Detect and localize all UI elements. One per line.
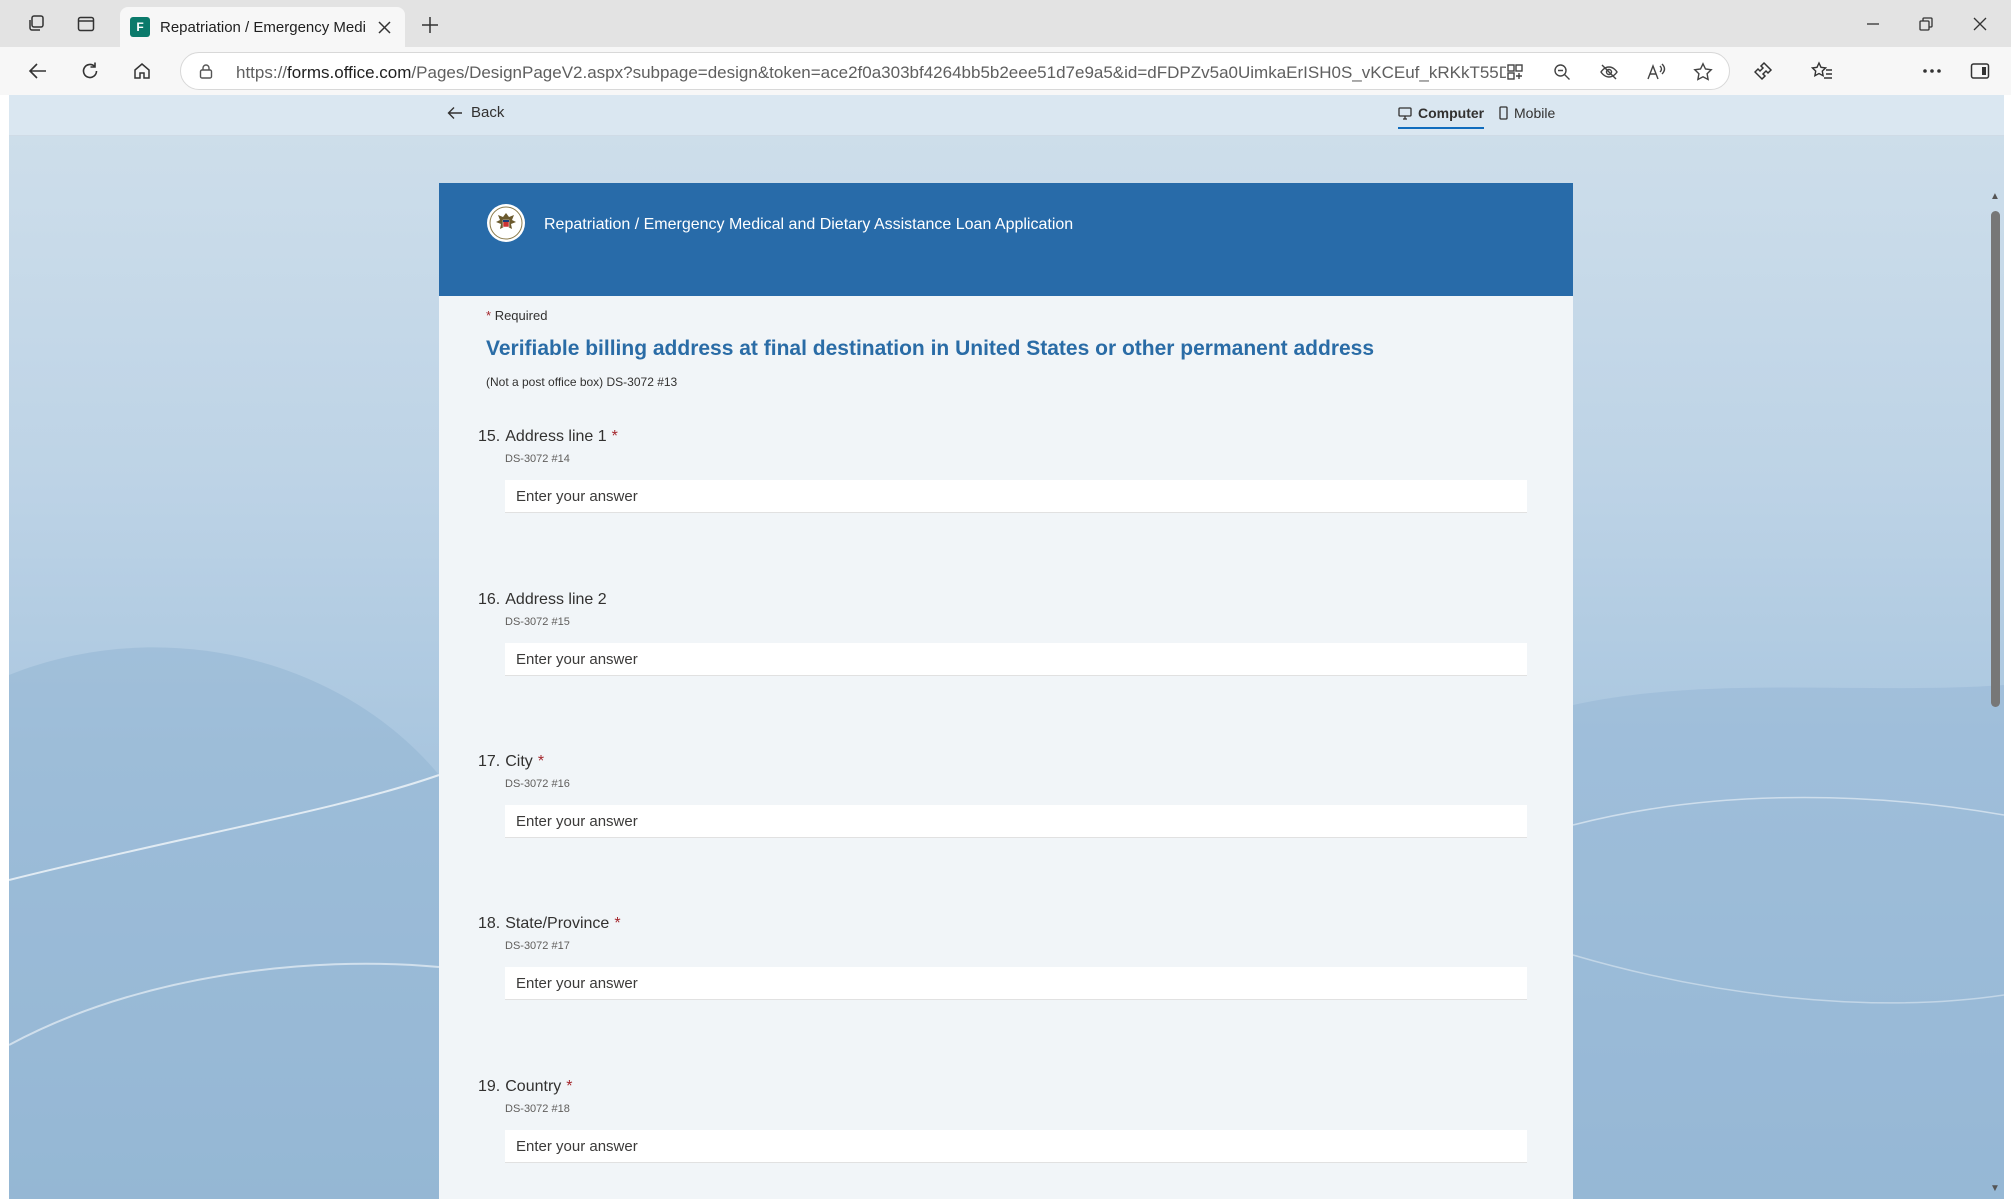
back-arrow-icon[interactable]	[20, 55, 56, 87]
favorites-list-icon[interactable]	[1806, 56, 1838, 86]
state-province-input[interactable]	[505, 967, 1527, 1000]
page-viewport: Back Computer Mobile Repatriation / Emer…	[9, 95, 2004, 1199]
question-text: State/Province	[505, 915, 610, 932]
question-state-province: 18. State/Province * DS-3072 #17	[478, 915, 1538, 1000]
tab-close-icon[interactable]	[373, 16, 395, 38]
question-label: 17. City *	[478, 753, 1538, 771]
lock-icon[interactable]	[198, 63, 214, 84]
vertical-tabs-icon[interactable]	[70, 8, 102, 40]
mobile-icon	[1499, 106, 1508, 120]
form-card: Repatriation / Emergency Medical and Die…	[439, 183, 1573, 1199]
browser-toolbar: https://forms.office.com/Pages/DesignPag…	[0, 47, 2011, 133]
address-bar[interactable]: https://forms.office.com/Pages/DesignPag…	[180, 52, 1730, 90]
question-text: Address line 2	[505, 591, 607, 608]
question-text: City	[505, 753, 533, 770]
question-label: 18. State/Province *	[478, 915, 1538, 933]
back-label: Back	[471, 104, 505, 121]
question-subtitle: DS-3072 #18	[505, 1103, 570, 1115]
close-window-icon[interactable]	[1957, 6, 2003, 42]
extensions-icon[interactable]	[1748, 56, 1780, 86]
computer-icon	[1398, 106, 1412, 120]
refresh-icon[interactable]	[72, 55, 108, 87]
scroll-down-arrow-icon[interactable]: ▼	[1990, 1183, 2000, 1194]
seal-logo-icon	[487, 204, 525, 242]
minimize-icon[interactable]	[1850, 6, 1896, 42]
required-label: Required	[494, 308, 548, 323]
new-tab-button[interactable]	[412, 9, 448, 41]
question-label: 19. Country *	[478, 1078, 1538, 1096]
question-text: Country	[505, 1078, 562, 1095]
form-header-banner: Repatriation / Emergency Medical and Die…	[439, 183, 1573, 296]
required-star: *	[611, 428, 618, 445]
scroll-up-arrow-icon[interactable]: ▲	[1990, 191, 2000, 202]
favorite-star-icon[interactable]	[1691, 61, 1715, 83]
address-line-2-input[interactable]	[505, 643, 1527, 676]
question-subtitle: DS-3072 #17	[505, 940, 570, 952]
question-label: 15. Address line 1 *	[478, 428, 1538, 446]
back-button[interactable]: Back	[447, 104, 504, 121]
address-line-1-input[interactable]	[505, 480, 1527, 513]
section-title: Verifiable billing address at final dest…	[486, 337, 1375, 360]
tab-title: Repatriation / Emergency Medical and Die…	[160, 18, 365, 36]
zoom-out-icon[interactable]	[1550, 61, 1574, 83]
section-subtitle: (Not a post office box) DS-3072 #13	[486, 375, 678, 389]
question-subtitle: DS-3072 #14	[505, 453, 570, 465]
question-label: 16. Address line 2	[478, 591, 1538, 609]
read-aloud-icon[interactable]	[1644, 61, 1668, 83]
required-star: *	[537, 753, 545, 770]
question-country: 19. Country * DS-3072 #18	[478, 1078, 1538, 1163]
question-subtitle: DS-3072 #16	[505, 778, 570, 790]
question-address-line-2: 16. Address line 2 DS-3072 #15	[478, 591, 1538, 676]
required-note: * Required	[486, 308, 547, 323]
computer-view-tab[interactable]: Computer	[1398, 105, 1485, 129]
browser-tab-bar: F Repatriation / Emergency Medical and D…	[0, 0, 2011, 47]
mobile-label: Mobile	[1514, 105, 1556, 121]
url-text[interactable]: https://forms.office.com/Pages/DesignPag…	[236, 63, 1506, 83]
required-star: *	[566, 1078, 573, 1095]
scrollbar-thumb[interactable]	[1991, 211, 2000, 707]
required-star: *	[614, 915, 621, 932]
question-number: 16.	[478, 591, 501, 608]
question-address-line-1: 15. Address line 1 * DS-3072 #14	[478, 428, 1538, 513]
question-text: Address line 1	[505, 428, 607, 445]
required-star: *	[486, 308, 492, 323]
restore-icon[interactable]	[1903, 6, 1949, 42]
mobile-view-tab[interactable]: Mobile	[1499, 105, 1555, 121]
country-input[interactable]	[505, 1130, 1527, 1163]
page-scrollbar[interactable]: ▲ ▼	[1986, 187, 2004, 1199]
forms-favicon-icon: F	[130, 17, 150, 37]
question-city: 17. City * DS-3072 #16	[478, 753, 1538, 838]
question-number: 18.	[478, 915, 501, 932]
tracking-prevention-icon[interactable]	[1597, 61, 1621, 83]
active-tab[interactable]: F Repatriation / Emergency Medical and D…	[120, 7, 405, 47]
computer-label: Computer	[1418, 105, 1485, 121]
home-icon[interactable]	[124, 55, 160, 87]
question-number: 17.	[478, 753, 501, 770]
form-title: Repatriation / Emergency Medical and Die…	[544, 216, 1074, 233]
question-number: 19.	[478, 1078, 501, 1095]
city-input[interactable]	[505, 805, 1527, 838]
form-preview-bar: Back Computer Mobile	[9, 95, 2004, 136]
workspaces-icon[interactable]	[20, 8, 52, 40]
more-options-icon[interactable]	[1916, 56, 1948, 86]
question-number: 15.	[478, 428, 501, 445]
back-arrow-icon	[447, 106, 462, 119]
sidebar-toggle-icon[interactable]	[1964, 56, 1996, 86]
question-subtitle: DS-3072 #15	[505, 616, 570, 628]
app-available-icon[interactable]	[1503, 61, 1527, 83]
